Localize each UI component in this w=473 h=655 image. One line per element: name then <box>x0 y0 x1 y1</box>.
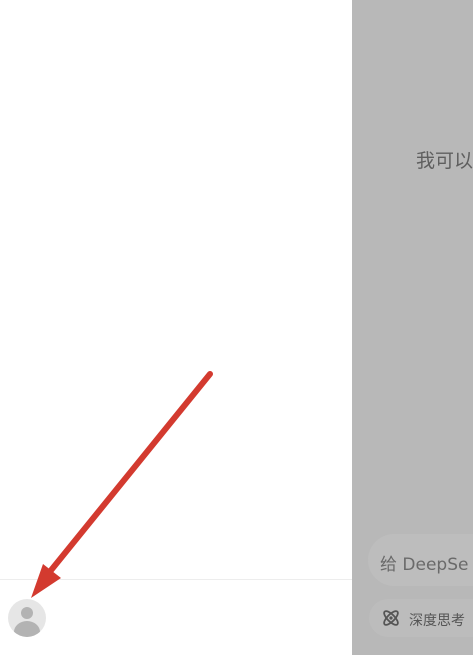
sidebar-panel <box>0 0 352 655</box>
sidebar-divider <box>0 579 352 580</box>
deep-think-button[interactable]: 深度思考 <box>369 599 473 637</box>
deep-think-label: 深度思考 <box>409 613 465 629</box>
avatar-body <box>14 621 40 637</box>
welcome-greeting: 我可以 <box>416 150 473 172</box>
avatar-head <box>21 607 33 619</box>
user-avatar-icon[interactable] <box>8 599 46 637</box>
atom-icon <box>383 610 399 626</box>
chat-panel-overlay: 我可以 给 DeepSe 深度思考 <box>352 0 473 655</box>
message-input[interactable]: 给 DeepSe <box>368 534 473 586</box>
message-input-placeholder: 给 DeepSe <box>380 555 469 575</box>
app-window: 我可以 给 DeepSe 深度思考 <box>0 0 473 655</box>
